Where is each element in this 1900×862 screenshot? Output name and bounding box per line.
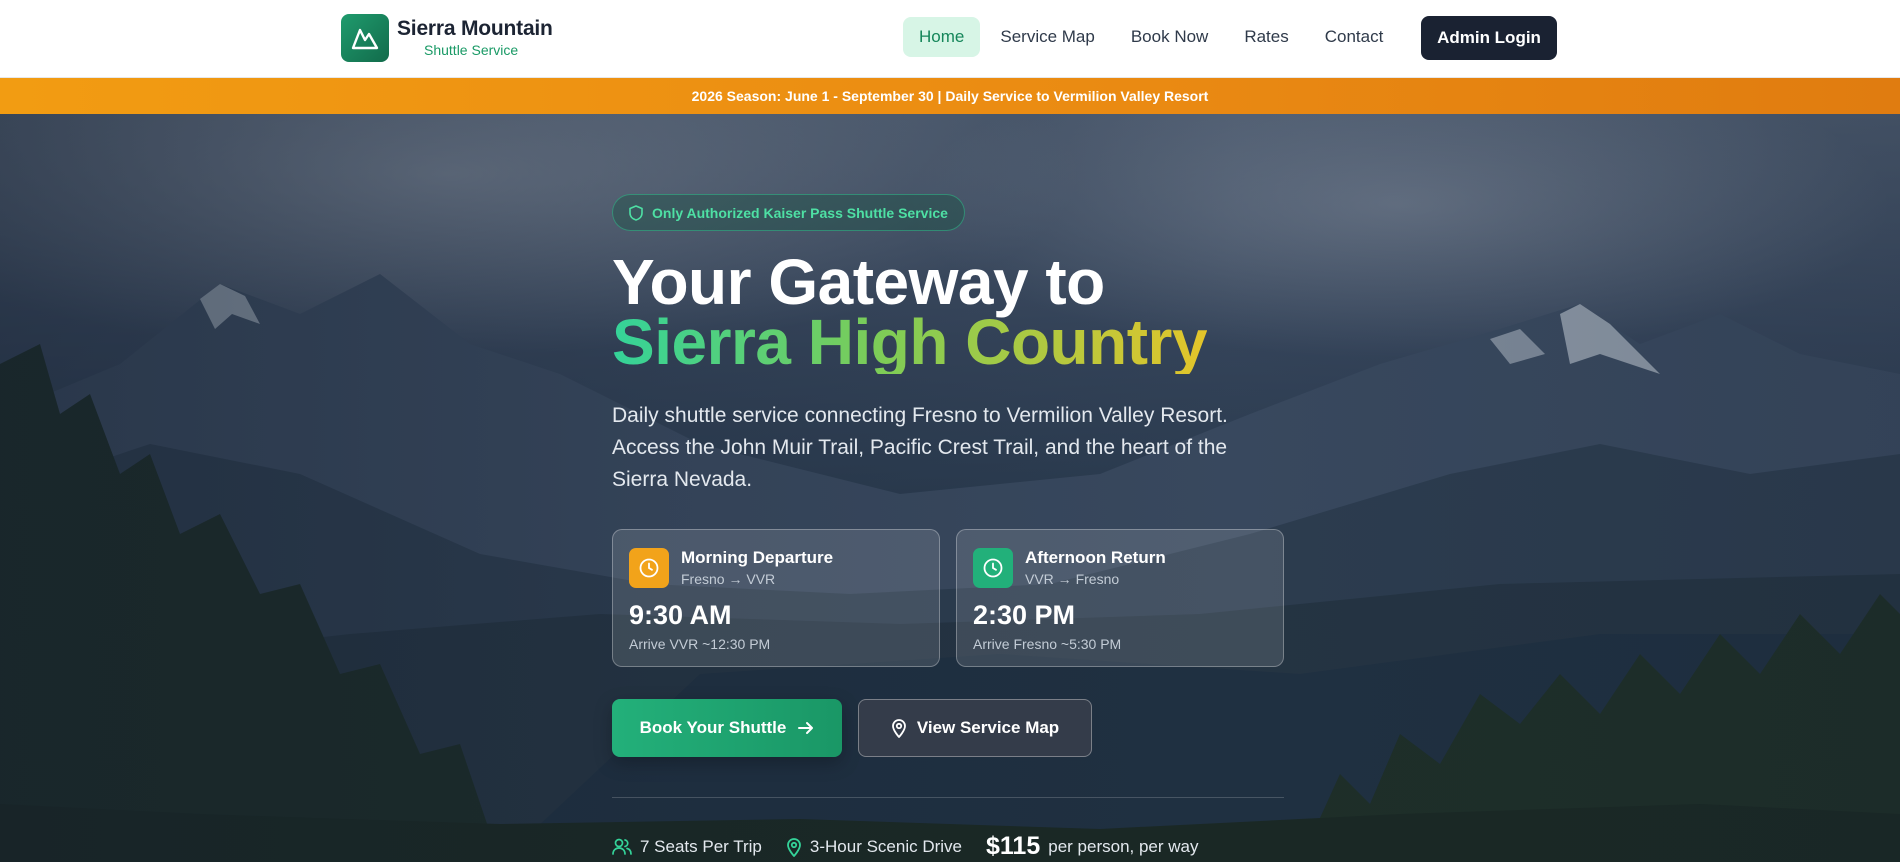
- hero-divider: [612, 797, 1284, 798]
- departure-title: Afternoon Return: [1025, 548, 1166, 567]
- hero-section: Only Authorized Kaiser Pass Shuttle Serv…: [0, 114, 1900, 862]
- departure-title: Morning Departure: [681, 548, 834, 567]
- departure-time: 9:30 AM: [629, 600, 732, 630]
- shield-icon: [629, 204, 643, 221]
- admin-login-button[interactable]: Admin Login: [1421, 16, 1557, 60]
- view-service-map-button[interactable]: View Service Map: [858, 699, 1092, 757]
- book-shuttle-button[interactable]: Book Your Shuttle: [612, 699, 842, 757]
- nav-service-map[interactable]: Service Map: [984, 17, 1110, 57]
- users-icon: [612, 838, 632, 855]
- price-value: $115: [986, 832, 1041, 860]
- brand-subtitle: Shuttle Service: [424, 42, 519, 58]
- stat-drive: 3-Hour Scenic Drive: [786, 837, 962, 857]
- brand-title: Sierra Mountain: [397, 17, 553, 40]
- view-service-map-label: View Service Map: [916, 718, 1060, 737]
- clock-icon: [973, 548, 1013, 588]
- authorized-badge-text: Only Authorized Kaiser Pass Shuttle Serv…: [652, 204, 948, 221]
- brand-logo[interactable]: Sierra Mountain Shuttle Service: [341, 14, 553, 62]
- map-pin-icon: [786, 837, 801, 857]
- main-nav: Home Service Map Book Now Rates Contact: [903, 17, 1403, 57]
- hero-title-line1: Your Gateway to: [612, 246, 1105, 318]
- book-shuttle-label: Book Your Shuttle: [639, 718, 787, 737]
- site-header: Sierra Mountain Shuttle Service Home Ser…: [0, 0, 1900, 78]
- nav-book-now[interactable]: Book Now: [1115, 17, 1224, 57]
- departure-card-morning: Morning Departure Fresno → VVR 9:30 AM A…: [612, 529, 940, 667]
- stat-drive-text: 3-Hour Scenic Drive: [809, 836, 962, 856]
- departure-time: 2:30 PM: [973, 600, 1076, 630]
- hero-lead: Daily shuttle service connecting Fresno …: [612, 404, 1228, 491]
- nav-contact[interactable]: Contact: [1309, 17, 1400, 57]
- authorized-badge: Only Authorized Kaiser Pass Shuttle Serv…: [612, 194, 965, 231]
- departure-arrival: Arrive Fresno ~5:30 PM: [973, 636, 1122, 652]
- nav-rates[interactable]: Rates: [1228, 17, 1304, 57]
- season-banner: 2026 Season: June 1 - September 30 | Dai…: [0, 78, 1900, 114]
- map-pin-icon: [891, 719, 906, 738]
- price-note: per person, per way: [1048, 836, 1199, 856]
- stat-seats: 7 Seats Per Trip: [612, 837, 762, 857]
- departure-route: VVR → Fresno: [1025, 571, 1120, 587]
- arrow-right-icon: [798, 722, 814, 734]
- hero-title-line2: Sierra High Country: [612, 306, 1208, 378]
- departure-route: Fresno → VVR: [681, 571, 776, 587]
- departure-card-afternoon: Afternoon Return VVR → Fresno 2:30 PM Ar…: [956, 529, 1284, 667]
- mountain-icon: [341, 14, 389, 62]
- season-banner-text: 2026 Season: June 1 - September 30 | Dai…: [691, 88, 1209, 104]
- clock-icon: [629, 548, 669, 588]
- nav-home[interactable]: Home: [903, 17, 981, 57]
- stat-seats-text: 7 Seats Per Trip: [640, 836, 762, 856]
- departure-arrival: Arrive VVR ~12:30 PM: [629, 636, 771, 652]
- hero-stats: 7 Seats Per Trip 3-Hour Scenic Drive $11…: [612, 832, 1199, 861]
